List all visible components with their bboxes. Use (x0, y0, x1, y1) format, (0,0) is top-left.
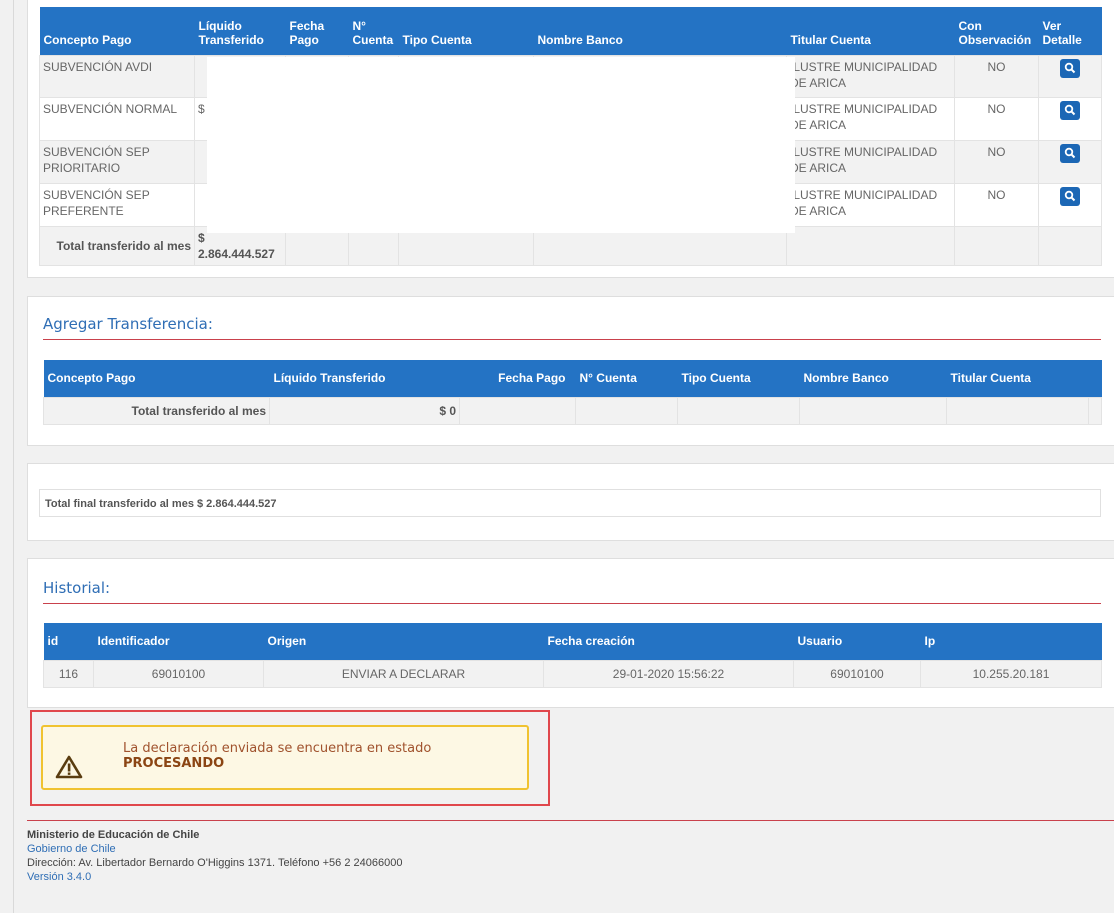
ver-detalle-cell (1038, 139, 1102, 184)
col-id[interactable]: id (43, 623, 94, 660)
pagos-header-row: Concepto Pago Líquido Transferido Fecha … (39, 7, 1102, 55)
total-final-panel: Total final transferido al mes $ 2.864.4… (27, 463, 1114, 541)
view-detail-button[interactable] (1060, 58, 1080, 78)
observacion-cell: NO (954, 96, 1039, 141)
col-numero-cuenta[interactable]: N° Cuenta (348, 7, 399, 55)
fecha-cell: 29-01-2020 15:56:22 (543, 659, 794, 688)
usuario-cell: 69010100 (793, 659, 921, 688)
ver-detalle-cell (1038, 54, 1102, 98)
observacion-cell: NO (954, 139, 1039, 184)
id-cell: 116 (43, 659, 94, 688)
left-border (13, 0, 14, 913)
origen-cell: ENVIAR A DECLARAR (263, 659, 544, 688)
col-ver-detalle[interactable]: Ver Detalle (1038, 7, 1102, 55)
view-detail-button[interactable] (1060, 100, 1080, 120)
ip-cell: 10.255.20.181 (920, 659, 1102, 688)
concepto-cell: SUBVENCIÓN AVDI (39, 54, 195, 98)
concepto-cell: SUBVENCIÓN SEP PREFERENTE (39, 182, 195, 227)
col-origen[interactable]: Origen (263, 623, 544, 660)
col-fecha-pago[interactable]: Fecha Pago (285, 7, 349, 55)
titular-cell: ILUSTRE MUNICIPALIDAD DE ARICA (786, 182, 955, 227)
view-detail-button[interactable] (1060, 143, 1080, 163)
pagos-panel: Concepto Pago Líquido Transferido Fecha … (27, 0, 1114, 278)
footer-rule (27, 820, 1114, 821)
search-icon (1064, 62, 1076, 73)
col-tipo-cuenta[interactable]: Tipo Cuenta (677, 360, 800, 397)
col-identificador[interactable]: Identificador (93, 623, 264, 660)
col-extra (1088, 360, 1102, 397)
col-liquido-transferido[interactable]: Líquido Transferido (194, 7, 286, 55)
footer-direccion: Dirección: Av. Libertador Bernardo O'Hig… (27, 857, 403, 869)
footer-ministerio: Ministerio de Educación de Chile (27, 829, 200, 841)
alert-status: PROCESANDO (123, 756, 225, 771)
total-row: Total transferido al mes $ 0 (43, 396, 1102, 425)
agregar-header-row: Concepto Pago Líquido Transferido Fecha … (43, 360, 1102, 397)
search-icon (1064, 147, 1076, 158)
col-tipo-cuenta[interactable]: Tipo Cuenta (398, 7, 534, 55)
observacion-cell: NO (954, 54, 1039, 98)
col-fecha-creacion[interactable]: Fecha creación (543, 623, 794, 660)
total-final-text: Total final transferido al mes $ 2.864.4… (45, 498, 277, 510)
search-icon (1064, 190, 1076, 201)
historial-header-row: id Identificador Origen Fecha creación U… (43, 623, 1102, 660)
col-numero-cuenta[interactable]: N° Cuenta (575, 360, 678, 397)
titular-cell: ILUSTRE MUNICIPALIDAD DE ARICA (786, 96, 955, 141)
table-row: 116 69010100 ENVIAR A DECLARAR 29-01-202… (43, 659, 1102, 688)
col-con-observacion[interactable]: Con Observación (954, 7, 1039, 55)
col-usuario[interactable]: Usuario (793, 623, 921, 660)
ver-detalle-cell (1038, 182, 1102, 227)
historial-panel: Historial: id Identificador Origen Fecha… (27, 558, 1114, 708)
historial-table: id Identificador Origen Fecha creación U… (43, 623, 1102, 688)
section-title-historial: Historial: (43, 579, 1101, 604)
total-value: $ 0 (269, 396, 460, 425)
titular-cell: ILUSTRE MUNICIPALIDAD DE ARICA (786, 54, 955, 98)
col-nombre-banco[interactable]: Nombre Banco (533, 7, 787, 55)
section-title-agregar: Agregar Transferencia: (43, 315, 1101, 340)
concepto-cell: SUBVENCIÓN NORMAL (39, 96, 195, 141)
total-label: Total transferido al mes (39, 225, 195, 266)
total-label: Total transferido al mes (43, 396, 270, 425)
alert-message: La declaración enviada se encuentra en e… (123, 741, 432, 756)
col-titular-cuenta[interactable]: Titular Cuenta (946, 360, 1089, 397)
warning-icon (55, 755, 83, 779)
concepto-cell: SUBVENCIÓN SEP PRIORITARIO (39, 139, 195, 184)
footer-gobierno-link[interactable]: Gobierno de Chile (27, 842, 402, 856)
observacion-cell: NO (954, 182, 1039, 227)
col-concepto-pago[interactable]: Concepto Pago (39, 7, 195, 55)
redacted-area (207, 57, 795, 233)
footer-version: Versión 3.4.0 (27, 871, 92, 883)
agregar-table: Concepto Pago Líquido Transferido Fecha … (43, 360, 1102, 425)
col-liquido-transferido[interactable]: Líquido Transferido (269, 360, 460, 397)
titular-cell: ILUSTRE MUNICIPALIDAD DE ARICA (786, 139, 955, 184)
ver-detalle-cell (1038, 96, 1102, 141)
search-icon (1064, 104, 1076, 115)
status-alert: La declaración enviada se encuentra en e… (41, 725, 529, 790)
col-concepto-pago[interactable]: Concepto Pago (43, 360, 270, 397)
identificador-cell: 69010100 (93, 659, 264, 688)
view-detail-button[interactable] (1060, 186, 1080, 206)
col-nombre-banco[interactable]: Nombre Banco (799, 360, 947, 397)
footer: Ministerio de Educación de Chile Gobiern… (27, 828, 402, 884)
col-ip[interactable]: Ip (920, 623, 1102, 660)
col-fecha-pago[interactable]: Fecha Pago (459, 360, 576, 397)
agregar-panel: Agregar Transferencia: Concepto Pago Líq… (27, 296, 1114, 446)
col-titular-cuenta[interactable]: Titular Cuenta (786, 7, 955, 55)
